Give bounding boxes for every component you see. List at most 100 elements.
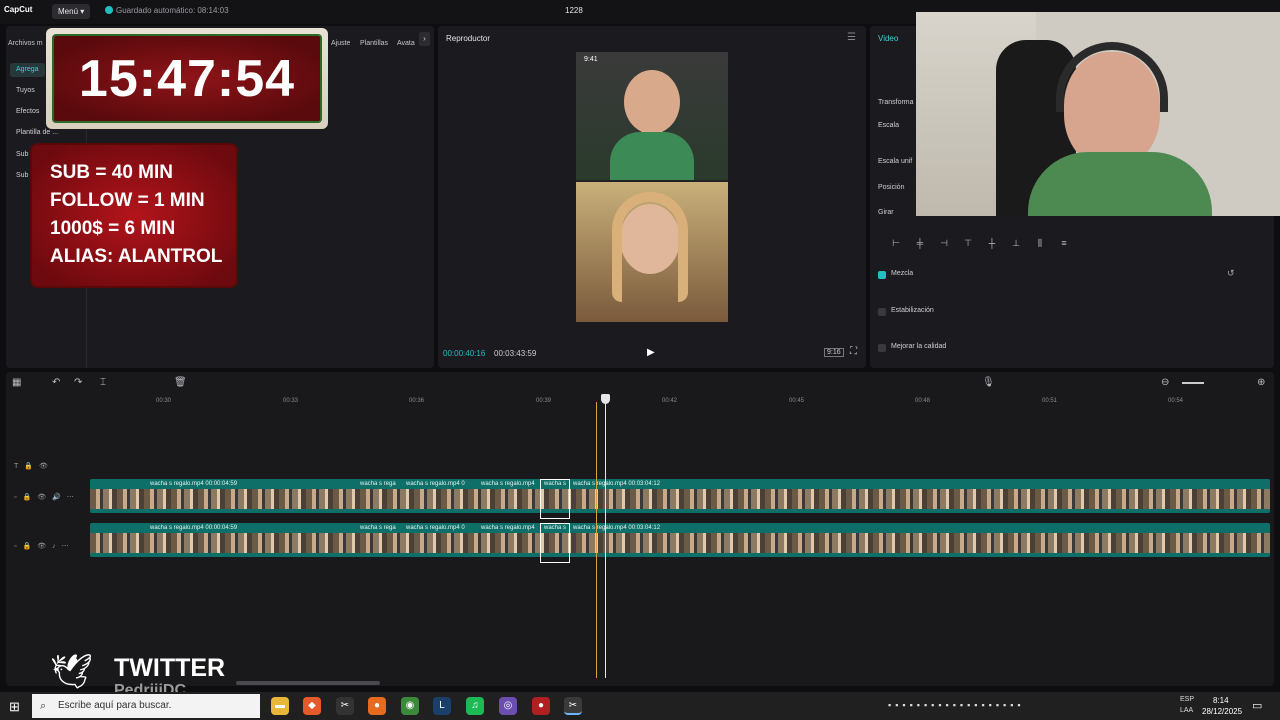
enhance-label: Mejorar la calidad	[891, 343, 947, 350]
video-track-1[interactable]: wacha s regalo.mp4 00:00:04:59 wacha s r…	[90, 479, 1270, 513]
marker-line	[596, 402, 597, 678]
autosave-status: Guardado automático: 08:14:03	[105, 6, 229, 15]
playhead[interactable]	[605, 398, 606, 678]
timeline-scrollbar[interactable]	[236, 681, 380, 685]
clip-label[interactable]: wacha s regalo.mp4 00:00:04:59	[150, 525, 237, 531]
language-indicator[interactable]: ESP	[1180, 696, 1194, 703]
ruler-tick: 00:48	[915, 398, 931, 404]
preview-video[interactable]: 9:41	[576, 52, 728, 322]
timeline-ruler: 00:30 00:33 00:36 00:39 00:42 00:45 00:4…	[90, 394, 1274, 408]
text-track-controls[interactable]: T🔒👁	[14, 462, 54, 470]
ruler-tick: 00:54	[1168, 398, 1184, 404]
selected-clip-2[interactable]	[540, 523, 570, 563]
menu-button[interactable]: Menú ▾	[52, 4, 91, 19]
stabilization-label: Estabilización	[891, 307, 934, 314]
chrome-icon[interactable]: ◉	[401, 697, 419, 715]
capcut-active-icon[interactable]: ✂	[564, 697, 582, 715]
countdown-overlay: 15:47:54	[46, 28, 328, 129]
clip-label[interactable]: wacha s regalo.mp4 00:00:04:59	[150, 481, 237, 487]
project-name: 1228	[565, 6, 583, 15]
redo-icon[interactable]: ↷	[74, 377, 82, 388]
sidebar-item-yours[interactable]: Tuyos	[10, 84, 41, 98]
zoom-out-icon[interactable]: ⊖	[1161, 377, 1169, 388]
distribute-h-icon[interactable]: ⫼	[1028, 238, 1052, 249]
taskbar-search-input[interactable]: ⌕ Escribe aquí para buscar.	[32, 694, 260, 718]
sidebar-item-add[interactable]: Agrega	[10, 63, 45, 77]
clip-label[interactable]: wacha s regalo.mp4 00:03:04:12	[573, 481, 660, 487]
subathon-rules-overlay: SUB = 40 MIN FOLLOW = 1 MIN 1000$ = 6 MI…	[30, 143, 238, 288]
split-icon[interactable]: ⌶	[100, 377, 106, 388]
clock-time[interactable]: 8:14	[1213, 696, 1229, 705]
firefox-icon[interactable]: ●	[368, 697, 386, 715]
person-face	[624, 70, 680, 134]
discord-icon[interactable]: ◎	[499, 697, 517, 715]
align-bottom-icon[interactable]: ⊥	[1004, 238, 1028, 249]
system-tray-icons[interactable]: ▪▪▪▪▪▪▪▪▪▪▪▪▪▪▪▪▪▪▪	[888, 700, 1025, 710]
capcut-icon[interactable]: ✂	[336, 697, 354, 715]
menu-icon[interactable]: ☰	[847, 32, 856, 43]
mic-icon[interactable]: 🎙	[982, 377, 995, 388]
align-middle-icon[interactable]: ┼	[980, 238, 1004, 248]
selected-clip-1[interactable]	[540, 479, 570, 519]
ruler-tick: 00:45	[789, 398, 805, 404]
language-layout[interactable]: LAA	[1180, 707, 1193, 714]
position-label: Posición	[878, 184, 905, 191]
clip-label[interactable]: wacha s regalo.mp4 00:03:04:12	[573, 525, 660, 531]
tab-templates[interactable]: Plantillas	[360, 40, 388, 47]
align-right-icon[interactable]: ⊣	[932, 238, 956, 249]
preview-bottom-clip	[576, 182, 728, 322]
video-track-2[interactable]: wacha s regalo.mp4 00:00:04:59 wacha s r…	[90, 523, 1270, 557]
blend-checkbox[interactable]	[878, 271, 886, 279]
rule-line: 1000$ = 6 MIN	[50, 218, 176, 239]
spotify-icon[interactable]: ♫	[466, 697, 484, 715]
layout-icon[interactable]: ▦	[12, 377, 21, 388]
track1-controls[interactable]: ▫🔒👁🔊⋯	[14, 493, 80, 501]
clip-label[interactable]: wacha s rega	[360, 481, 396, 487]
play-icon[interactable]: ▶	[647, 347, 655, 358]
playhead-handle[interactable]	[601, 394, 610, 404]
brave-icon[interactable]: ◆	[303, 697, 321, 715]
align-left-icon[interactable]: ⊢	[884, 238, 908, 249]
chevron-right-icon[interactable]: ›	[419, 32, 430, 46]
ruler-tick: 00:39	[536, 398, 552, 404]
align-top-icon[interactable]: ⊤	[956, 238, 980, 249]
app-icon[interactable]: L	[433, 697, 451, 715]
tab-video[interactable]: Video	[878, 34, 898, 43]
windows-taskbar: ⊞ ⌕ Escribe aquí para buscar. ▬ ◆ ✂ ● ◉ …	[0, 692, 1280, 720]
app-logo: CapCut	[4, 5, 33, 14]
file-explorer-icon[interactable]: ▬	[271, 697, 289, 715]
delete-icon[interactable]: 🗑	[174, 377, 187, 388]
zoom-slider[interactable]	[1182, 382, 1204, 384]
ratio-button[interactable]: 9:16	[824, 348, 844, 357]
tab-adjust[interactable]: Ajuste	[331, 40, 350, 47]
windows-start-icon[interactable]: ⊞	[9, 699, 20, 715]
enhance-checkbox[interactable]	[878, 344, 886, 352]
clip-label[interactable]: wacha s regalo.mp4	[481, 525, 535, 531]
zoom-fit-icon[interactable]: ⊕	[1257, 377, 1265, 388]
track2-controls[interactable]: ▫🔒👁♪⋯	[14, 542, 75, 550]
stabilization-checkbox[interactable]	[878, 308, 886, 316]
align-center-icon[interactable]: ╪	[908, 238, 932, 248]
twitter-label: TWITTER	[114, 654, 226, 682]
clip-label[interactable]: wacha s rega	[360, 525, 396, 531]
notifications-icon[interactable]: ▭	[1252, 699, 1262, 712]
distribute-v-icon[interactable]: ≡	[1052, 238, 1076, 248]
ruler-tick: 00:36	[409, 398, 425, 404]
obs-icon[interactable]: ●	[532, 697, 550, 715]
autosave-text: Guardado automático: 08:14:03	[116, 6, 229, 15]
undo-icon[interactable]: ↶	[52, 377, 60, 388]
search-icon: ⌕	[40, 700, 47, 712]
clip-label[interactable]: wacha s regalo.mp4 0	[406, 525, 465, 531]
clock-date[interactable]: 28/12/2025	[1202, 707, 1242, 716]
clip-label[interactable]: wacha s regalo.mp4	[481, 481, 535, 487]
fullscreen-icon[interactable]: ⛶	[850, 346, 857, 357]
total-timecode: 00:03:43:59	[494, 349, 537, 358]
clip-label[interactable]: wacha s regalo.mp4 0	[406, 481, 465, 487]
reset-icon[interactable]: ↺	[1227, 268, 1235, 279]
tab-files[interactable]: Archivos m	[8, 40, 43, 47]
player-title: Reproductor	[446, 34, 491, 43]
sidebar-item-effects[interactable]: Efectos	[10, 105, 45, 119]
twitter-bird-icon: 🕊	[50, 653, 94, 691]
tab-avatar[interactable]: Avata	[397, 40, 415, 47]
blend-label: Mezcla	[891, 270, 914, 277]
